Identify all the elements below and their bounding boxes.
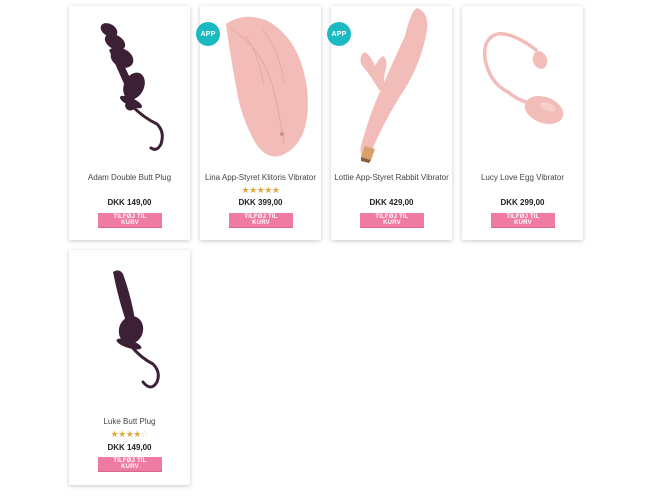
product-price: DKK 399,00 — [238, 198, 283, 207]
star-icon: ★ — [249, 185, 257, 195]
app-badge: APP — [327, 22, 351, 46]
star-icon: ★ — [271, 185, 280, 195]
product-image[interactable] — [69, 6, 190, 166]
add-to-cart-button[interactable]: TILFØJ TIL KURV — [229, 213, 293, 228]
add-to-cart-button[interactable]: TILFØJ TIL KURV — [360, 213, 424, 228]
product-price: DKK 149,00 — [107, 198, 152, 207]
star-icon: ★ — [118, 429, 126, 439]
product-price: DKK 299,00 — [500, 198, 545, 207]
product-title[interactable]: Lucy Love Egg Vibrator — [462, 173, 583, 182]
product-card[interactable]: APP Lottie App-Styret Rabbit Vibrator DK… — [327, 6, 452, 240]
product-title[interactable]: Luke Butt Plug — [69, 417, 190, 426]
rating-stars: ★★★★☆ — [69, 430, 190, 439]
product-price: DKK 149,00 — [107, 443, 152, 452]
product-card[interactable]: Adam Double Butt Plug DKK 149,00 TILFØJ … — [69, 6, 190, 240]
product-price: DKK 429,00 — [369, 198, 414, 207]
rating-stars: ★★★★★ — [200, 186, 321, 195]
product-card[interactable]: APP Lina App-Styret Klitoris Vibrator ★★… — [196, 6, 321, 240]
add-to-cart-button[interactable]: TILFØJ TIL KURV — [98, 457, 162, 472]
product-card[interactable]: Luke Butt Plug ★★★★☆ DKK 149,00 TILFØJ T… — [69, 250, 190, 485]
product-title[interactable]: Lottie App-Styret Rabbit Vibrator — [331, 173, 452, 182]
product-card[interactable]: Lucy Love Egg Vibrator DKK 299,00 TILFØJ… — [462, 6, 583, 240]
product-title[interactable]: Lina App-Styret Klitoris Vibrator — [200, 173, 321, 182]
add-to-cart-button[interactable]: TILFØJ TIL KURV — [98, 213, 162, 228]
product-title[interactable]: Adam Double Butt Plug — [69, 173, 190, 182]
star-icon: ★ — [110, 429, 119, 439]
product-image[interactable] — [69, 250, 190, 410]
star-icon: ★ — [264, 185, 272, 195]
star-icon: ★ — [241, 185, 250, 195]
add-to-cart-button[interactable]: TILFØJ TIL KURV — [491, 213, 555, 228]
star-outline-icon: ☆ — [140, 429, 149, 439]
app-badge: APP — [196, 22, 220, 46]
product-image[interactable] — [462, 6, 583, 166]
star-icon: ★ — [133, 429, 141, 439]
